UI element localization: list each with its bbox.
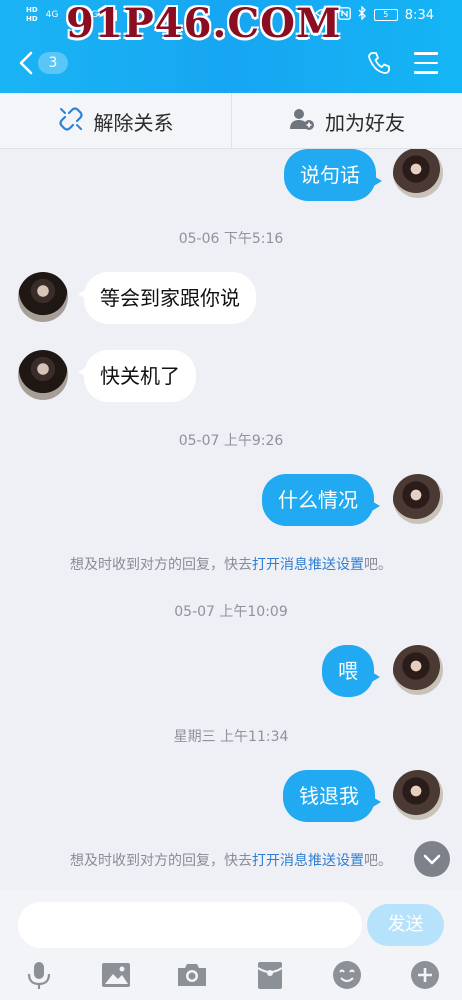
add-friend-button[interactable]: 加为好友 — [231, 93, 462, 149]
tip-suffix: 吧。 — [364, 853, 392, 869]
unbind-label: 解除关系 — [93, 110, 174, 135]
timestamp: 05-07 上午10:09 — [174, 604, 288, 620]
phone-icon[interactable] — [366, 50, 392, 76]
network-4g-label: 4G — [45, 10, 59, 20]
nav-row: 3 — [0, 42, 462, 86]
header: HD HD 4G 4G 5 8:34 3 91P46.COM — [0, 0, 462, 93]
message-list[interactable]: 说句话 05-06 下午5:16 等会到家跟你说 快关机了 05-07 上午9:… — [0, 149, 462, 890]
microphone-icon[interactable] — [22, 958, 56, 992]
watermark-logo: 91P46.COM — [66, 0, 342, 47]
scroll-to-bottom-button[interactable] — [414, 841, 450, 877]
chevron-down-icon — [423, 854, 441, 865]
unlink-icon — [58, 106, 84, 137]
hd-label-top: HD — [26, 6, 38, 14]
plus-icon[interactable] — [408, 958, 442, 992]
send-button[interactable]: 发送 — [367, 904, 444, 946]
message-input[interactable] — [18, 902, 362, 948]
battery-icon: 5 — [373, 9, 398, 21]
toolbar — [0, 958, 462, 992]
red-packet-icon[interactable] — [253, 958, 287, 992]
push-settings-tip: 想及时收到对方的回复，快去打开消息推送设置吧。 — [0, 554, 462, 574]
unread-count-badge: 3 — [38, 52, 68, 74]
incoming-message[interactable]: 快关机了 — [78, 350, 196, 402]
clock: 8:34 — [404, 7, 434, 23]
incoming-message[interactable]: 等会到家跟你说 — [78, 272, 256, 324]
my-avatar[interactable] — [393, 770, 443, 820]
timestamp: 05-06 下午5:16 — [178, 231, 284, 247]
open-push-settings-link[interactable]: 打开消息推送设置 — [252, 853, 364, 869]
push-settings-tip: 想及时收到对方的回复，快去打开消息推送设置吧。 — [0, 850, 462, 870]
contact-avatar[interactable] — [18, 272, 68, 322]
my-avatar[interactable] — [393, 474, 443, 524]
camera-icon[interactable] — [175, 958, 209, 992]
emoji-icon[interactable] — [330, 958, 364, 992]
outgoing-message[interactable]: 什么情况 — [262, 474, 380, 526]
relationship-action-bar: 解除关系 加为好友 — [0, 93, 462, 149]
tip-suffix: 吧。 — [364, 557, 392, 573]
hd-indicator: HD HD — [26, 6, 38, 24]
hd-label-bottom: HD — [26, 15, 38, 23]
image-icon[interactable] — [99, 958, 133, 992]
tip-prefix: 想及时收到对方的回复，快去 — [70, 557, 252, 573]
timestamp: 星期三 上午11:34 — [173, 729, 289, 745]
add-friend-label: 加为好友 — [325, 110, 405, 135]
outgoing-message[interactable]: 说句话 — [284, 149, 382, 201]
bluetooth-icon — [358, 5, 367, 24]
back-button[interactable] — [16, 50, 38, 76]
outgoing-message[interactable]: 喂 — [322, 645, 380, 697]
tip-prefix: 想及时收到对方的回复，快去 — [70, 853, 252, 869]
contact-avatar[interactable] — [18, 350, 68, 400]
open-push-settings-link[interactable]: 打开消息推送设置 — [252, 557, 364, 573]
outgoing-message[interactable]: 钱退我 — [283, 770, 381, 822]
my-avatar[interactable] — [393, 149, 443, 198]
timestamp: 05-07 上午9:26 — [178, 433, 284, 449]
my-avatar[interactable] — [393, 645, 443, 695]
unbind-relationship-button[interactable]: 解除关系 — [0, 93, 231, 149]
input-bar: 发送 — [0, 890, 462, 1000]
menu-icon[interactable] — [414, 52, 438, 74]
add-person-icon — [289, 106, 315, 137]
